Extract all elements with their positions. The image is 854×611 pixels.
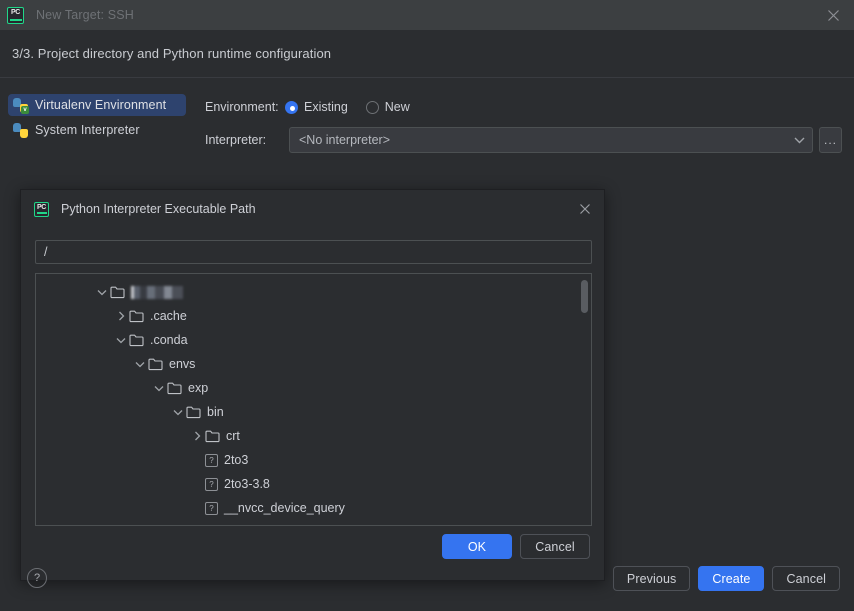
folder-icon <box>167 382 182 395</box>
tree-node-label: envs <box>169 357 196 371</box>
radio-existing-circle <box>285 100 298 114</box>
tree-node-label: exp <box>188 381 209 395</box>
tree-row[interactable]: ? __nvcc_device_query <box>36 496 581 520</box>
sidebar-item-system-interpreter[interactable]: System Interpreter <box>8 119 186 141</box>
unknown-file-icon: ? <box>205 453 218 467</box>
tree-row[interactable]: envs <box>36 352 581 376</box>
folder-icon <box>110 286 125 299</box>
tree-node-label: .cache <box>150 309 187 323</box>
pycharm-logo-bar <box>9 19 22 21</box>
help-button[interactable]: ? <box>27 568 47 588</box>
footer-button-bar: Previous Create Cancel <box>612 566 840 591</box>
dialog-cancel-button[interactable]: Cancel <box>520 534 590 559</box>
environment-radio-group: Existing New <box>285 100 428 114</box>
radio-existing-label: Existing <box>304 100 348 114</box>
python-interpreter-executable-path-dialog: PC Python Interpreter Executable Path / … <box>20 189 605 581</box>
chevron-down-icon[interactable] <box>170 404 186 420</box>
chevron-down-icon[interactable] <box>94 284 110 300</box>
window-close-button[interactable] <box>818 0 848 30</box>
tree-node-label: bin <box>207 405 224 419</box>
tree-row[interactable]: ? 2to3-3.8 <box>36 472 581 496</box>
environment-row: Environment: Existing New <box>205 94 845 120</box>
cancel-button[interactable]: Cancel <box>772 566 840 591</box>
dialog-close-button[interactable] <box>574 198 596 220</box>
chevron-right-icon[interactable] <box>113 308 129 324</box>
environment-config-form: Environment: Existing New Interpreter: <… <box>205 94 845 160</box>
radio-new-circle <box>365 100 379 114</box>
close-icon <box>580 204 590 214</box>
new-target-ssh-window: PC New Target: SSH 3/3. Project director… <box>0 0 854 611</box>
folder-icon <box>129 334 144 347</box>
path-input-value: / <box>44 245 48 259</box>
file-tree-scrollbar[interactable] <box>580 276 589 525</box>
folder-icon <box>205 430 220 443</box>
environment-label: Environment: <box>205 100 279 114</box>
window-titlebar: PC New Target: SSH <box>0 0 854 30</box>
path-input[interactable]: / <box>35 240 592 264</box>
sidebar-item-virtualenv-environment[interactable]: v Virtualenv Environment <box>8 94 186 116</box>
tree-row[interactable]: .cache <box>36 304 581 328</box>
chevron-down-icon[interactable] <box>151 380 167 396</box>
tree-node-label: 2to3-3.8 <box>224 477 270 491</box>
folder-icon <box>186 406 201 419</box>
sidebar-item-label: System Interpreter <box>35 123 140 137</box>
pycharm-logo-text: PC <box>10 8 21 16</box>
tree-row[interactable]: ? 2to3 <box>36 448 581 472</box>
tree-node-label: crt <box>226 429 240 443</box>
create-button[interactable]: Create <box>698 566 765 591</box>
tree-row[interactable]: bin <box>36 400 581 424</box>
pycharm-logo-text: PC <box>36 203 47 211</box>
dialog-button-bar: OK Cancel <box>442 534 590 559</box>
tree-node-label <box>131 284 183 300</box>
ok-button[interactable]: OK <box>442 534 512 559</box>
pycharm-logo-bar <box>36 212 47 214</box>
tree-row[interactable]: .conda <box>36 328 581 352</box>
pycharm-logo-icon: PC <box>7 6 24 24</box>
python-icon <box>13 122 28 138</box>
chevron-down-icon[interactable] <box>132 356 148 372</box>
radio-existing[interactable]: Existing <box>285 100 348 114</box>
browse-interpreter-button[interactable]: ... <box>819 127 842 153</box>
unknown-file-icon: ? <box>205 477 218 491</box>
tree-row[interactable] <box>36 280 581 304</box>
folder-icon <box>148 358 163 371</box>
file-tree-scrollbar-thumb[interactable] <box>581 280 588 313</box>
close-icon <box>827 9 839 21</box>
dialog-titlebar: PC Python Interpreter Executable Path <box>21 190 604 228</box>
tree-node-label: __nvcc_device_query <box>224 501 345 515</box>
dialog-title: Python Interpreter Executable Path <box>61 202 256 216</box>
tree-node-label: asn1Coding <box>224 525 291 526</box>
step-header-label: 3/3. Project directory and Python runtim… <box>12 46 332 61</box>
sidebar-item-label: Virtualenv Environment <box>35 98 167 112</box>
chevron-down-icon <box>794 137 805 144</box>
window-footer: ? Previous Create Cancel <box>0 564 854 611</box>
tree-node-label: .conda <box>150 333 188 347</box>
redacted-folder-name <box>131 286 183 299</box>
unknown-file-icon: ? <box>205 526 218 527</box>
interpreter-row: Interpreter: <No interpreter> ... <box>205 127 845 153</box>
chevron-right-icon[interactable] <box>189 428 205 444</box>
python-venv-icon: v <box>13 97 29 114</box>
interpreter-label: Interpreter: <box>205 133 267 147</box>
tree-row[interactable]: ? asn1Coding <box>36 520 581 527</box>
step-header: 3/3. Project directory and Python runtim… <box>0 30 854 78</box>
pycharm-logo-icon: PC <box>34 201 49 217</box>
unknown-file-icon: ? <box>205 501 218 515</box>
radio-new[interactable]: New <box>365 100 410 114</box>
file-tree-panel[interactable]: .cache .conda envs exp bin crt? 2to3? 2to3-3.8?… <box>35 273 592 526</box>
tree-row[interactable]: crt <box>36 424 581 448</box>
window-title: New Target: SSH <box>36 8 134 22</box>
chevron-down-icon[interactable] <box>113 332 129 348</box>
file-tree: .cache .conda envs exp bin crt? 2to3? 2to3-3.8?… <box>36 280 581 527</box>
tree-row[interactable]: exp <box>36 376 581 400</box>
tree-node-label: 2to3 <box>224 453 249 467</box>
previous-button[interactable]: Previous <box>612 566 691 591</box>
radio-new-label: New <box>384 100 410 114</box>
interpreter-combobox[interactable]: <No interpreter> <box>289 127 813 153</box>
folder-icon <box>129 310 144 323</box>
interpreter-combobox-value: <No interpreter> <box>299 133 391 147</box>
